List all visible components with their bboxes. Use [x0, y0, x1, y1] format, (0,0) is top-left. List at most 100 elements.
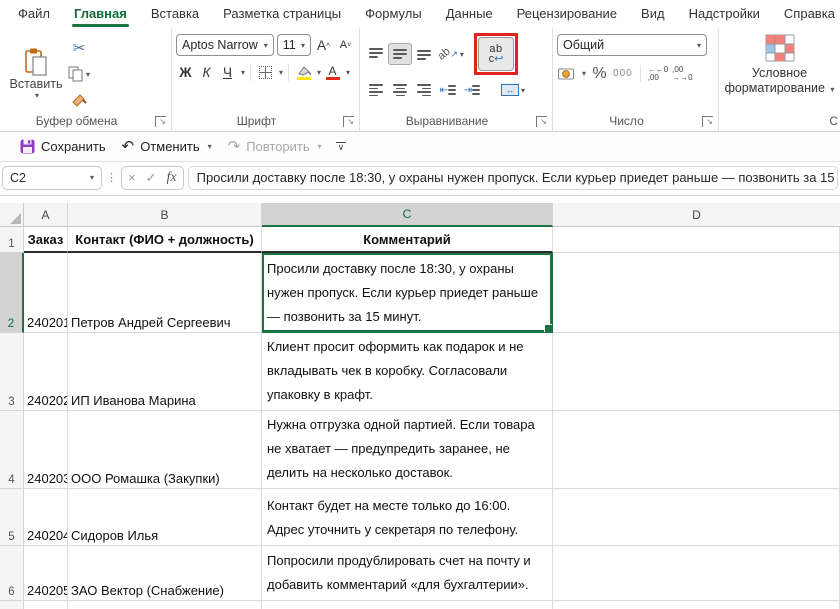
align-bottom-button[interactable]	[412, 43, 436, 65]
cell-comment[interactable]: Нужна отгрузка одной партией. Если товар…	[262, 411, 553, 489]
redo-button[interactable]: ↷ Повторить ▾	[222, 136, 328, 157]
tab-вид[interactable]: Вид	[629, 1, 677, 27]
align-right-button[interactable]	[412, 79, 436, 101]
clipboard-dialog-launcher[interactable]: ↘	[155, 116, 166, 127]
paste-button[interactable]: Вставить ▾	[4, 32, 68, 110]
bold-button[interactable]: Ж	[176, 62, 195, 83]
formula-input[interactable]: Просили доставку после 18:30, у охраны н…	[188, 166, 838, 190]
copy-button[interactable]: ▾	[68, 64, 90, 84]
cell-empty[interactable]	[553, 601, 840, 609]
column-header-b[interactable]: B	[68, 203, 262, 227]
tab-вставка[interactable]: Вставка	[139, 1, 211, 27]
tab-файл[interactable]: Файл	[6, 1, 62, 27]
alignment-dialog-launcher[interactable]: ↘	[536, 116, 547, 127]
cell-empty[interactable]	[553, 333, 840, 411]
tab-формулы[interactable]: Формулы	[353, 1, 434, 27]
header-cell-contact[interactable]: Контакт (ФИО + должность)	[68, 227, 262, 253]
header-cell-comment[interactable]: Комментарий	[262, 227, 553, 253]
grow-font-button[interactable]: А˄	[314, 35, 333, 56]
cell-contact[interactable]: ЗАО Вектор (Снабжение)	[68, 546, 262, 601]
column-header-d[interactable]: D	[553, 203, 840, 227]
wrap-text-button[interactable]: ab c↩	[478, 37, 514, 71]
cancel-icon[interactable]: ×	[128, 170, 136, 185]
cell-empty[interactable]	[553, 411, 840, 489]
conditional-formatting-icon	[765, 34, 795, 62]
underline-button[interactable]: Ч	[218, 62, 237, 83]
cell-contact[interactable]: ООО Ромашка (Закупки)	[68, 411, 262, 489]
borders-button[interactable]	[256, 62, 275, 83]
cell-contact[interactable]: Петров Андрей Сергеевич	[68, 253, 262, 333]
comma-style-button[interactable]: 000	[613, 63, 633, 84]
cell-comment[interactable]: Попросили продублировать счет на почту и…	[262, 546, 553, 601]
cell-contact[interactable]: Сидоров Илья	[68, 489, 262, 546]
merge-center-button[interactable]: ↔ ▾	[496, 79, 530, 101]
font-size-value: 11	[283, 38, 296, 52]
cell-comment[interactable]: Контакт будет на месте только до 16:00. …	[262, 489, 553, 546]
tab-главная[interactable]: Главная	[62, 1, 139, 27]
cell-empty[interactable]	[68, 601, 262, 609]
row-header[interactable]: 2	[0, 253, 24, 333]
row-header[interactable]: 5	[0, 489, 24, 546]
increase-decimal-button[interactable]: ←←0 ,00	[648, 63, 668, 84]
header-cell-empty[interactable]	[553, 227, 840, 253]
decrease-decimal-button[interactable]: ,00 →→0	[672, 63, 692, 84]
tab-разметка страницы[interactable]: Разметка страницы	[211, 1, 353, 27]
align-top-button[interactable]	[364, 43, 388, 65]
cell-comment[interactable]: Клиент просит оформить как подарок и не …	[262, 333, 553, 411]
qat-overflow-icon[interactable]: ∨	[336, 142, 347, 152]
font-size-combo[interactable]: 11 ▾	[277, 34, 311, 56]
row-header[interactable]: 1	[0, 227, 24, 253]
column-header-c[interactable]: C	[262, 203, 553, 227]
cell-empty[interactable]	[553, 489, 840, 546]
cell-order[interactable]: 240204	[24, 489, 68, 546]
enter-icon[interactable]: ✓	[146, 170, 157, 186]
orientation-button[interactable]: ab↗▾	[436, 43, 466, 65]
cell-empty[interactable]	[553, 546, 840, 601]
font-dialog-launcher[interactable]: ↘	[343, 116, 354, 127]
tab-надстройки[interactable]: Надстройки	[677, 1, 772, 27]
cell-order[interactable]: 240205	[24, 546, 68, 601]
cell-order[interactable]: 240201	[24, 253, 68, 333]
cell-order[interactable]: 240202	[24, 333, 68, 411]
font-color-button[interactable]: А	[323, 62, 342, 83]
formula-bar: C2 ▾ ⋮ × ✓ fx Просили доставку после 18:…	[0, 162, 840, 196]
undo-button[interactable]: ↶ Отменить ▾	[116, 136, 218, 157]
number-dialog-launcher[interactable]: ↘	[702, 116, 713, 127]
save-button[interactable]: Сохранить	[14, 136, 112, 157]
cell-empty[interactable]	[553, 253, 840, 333]
column-header-a[interactable]: A	[24, 203, 68, 227]
decrease-indent-button[interactable]: ⇤	[436, 79, 460, 101]
align-middle-button[interactable]	[388, 43, 412, 65]
align-left-button[interactable]	[364, 79, 388, 101]
name-box[interactable]: C2 ▾	[2, 166, 102, 190]
formula-bar-splitter[interactable]: ⋮	[102, 171, 121, 184]
cell-contact[interactable]: ИП Иванова Марина	[68, 333, 262, 411]
tab-рецензирование[interactable]: Рецензирование	[505, 1, 629, 27]
increase-indent-button[interactable]: ⇥	[460, 79, 484, 101]
number-format-combo[interactable]: Общий ▾	[557, 34, 707, 56]
align-center-icon	[393, 84, 407, 96]
fill-color-button[interactable]	[294, 62, 313, 83]
insert-function-icon[interactable]: fx	[167, 170, 177, 186]
font-name-combo[interactable]: Aptos Narrow ▾	[176, 34, 274, 56]
row-header[interactable]: 6	[0, 546, 24, 601]
tab-данные[interactable]: Данные	[434, 1, 505, 27]
cut-button[interactable]: ✂	[68, 38, 90, 58]
row-header[interactable]	[0, 601, 24, 609]
percent-style-button[interactable]: %	[590, 63, 609, 84]
select-all-button[interactable]	[0, 203, 24, 227]
row-header[interactable]: 4	[0, 411, 24, 489]
row-header[interactable]: 3	[0, 333, 24, 411]
conditional-formatting-button[interactable]: Условное форматирование ▾	[725, 34, 835, 97]
accounting-format-button[interactable]	[557, 63, 576, 84]
shrink-font-button[interactable]: А˅	[336, 35, 355, 56]
cell-empty[interactable]	[262, 601, 553, 609]
tab-справка[interactable]: Справка	[772, 1, 840, 27]
align-center-button[interactable]	[388, 79, 412, 101]
header-cell-order[interactable]: Заказ	[24, 227, 68, 253]
cell-order[interactable]: 240203	[24, 411, 68, 489]
format-painter-button[interactable]	[68, 90, 90, 110]
italic-button[interactable]: К	[197, 62, 216, 83]
cell-empty[interactable]	[24, 601, 68, 609]
cell-comment-selected[interactable]: Просили доставку после 18:30, у охраны н…	[262, 253, 553, 333]
